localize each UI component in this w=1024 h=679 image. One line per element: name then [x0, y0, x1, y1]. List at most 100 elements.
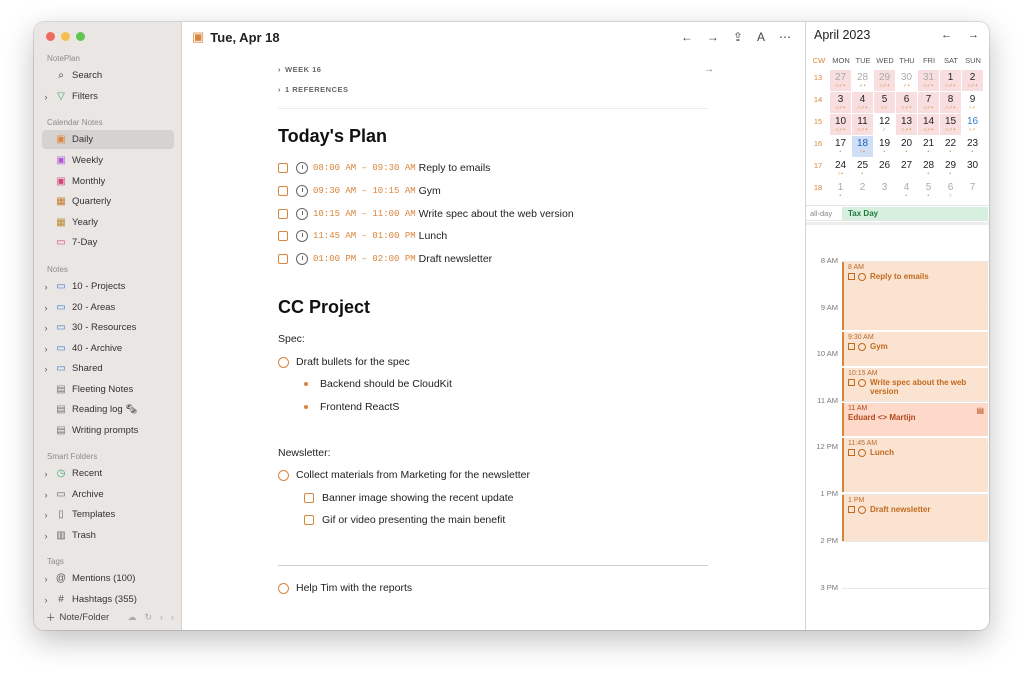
bullet-text[interactable]: Frontend ReactS: [320, 401, 399, 413]
event-checkbox[interactable]: [848, 343, 855, 350]
calendar-day[interactable]: 25 •: [852, 158, 873, 179]
calendar-day[interactable]: 21 •: [918, 136, 939, 157]
task-checkbox[interactable]: [278, 231, 288, 241]
calendar-day[interactable]: 24 ○•: [830, 158, 851, 179]
task-checkbox[interactable]: [278, 186, 288, 196]
task-text[interactable]: Banner image showing the recent update: [322, 492, 513, 504]
chevron-right-icon[interactable]: ›: [42, 323, 50, 333]
sidebar-item-7-day[interactable]: ▭ 7-Day: [42, 233, 174, 252]
chevron-right-icon[interactable]: ›: [42, 303, 50, 313]
chevron-right-icon[interactable]: ›: [42, 344, 50, 354]
minimize-window-button[interactable]: [61, 32, 70, 41]
task-text[interactable]: Gym: [419, 185, 441, 197]
bullet-text[interactable]: Backend should be CloudKit: [320, 378, 452, 390]
calendar-day[interactable]: 22 •: [940, 136, 961, 157]
calendar-day[interactable]: 3 ○✓•: [830, 92, 851, 113]
task-text[interactable]: Lunch: [419, 230, 448, 242]
all-day-event[interactable]: Tax Day: [842, 207, 988, 220]
next-month-icon[interactable]: →: [968, 29, 979, 41]
sidebar-item-recent[interactable]: › ◷ Recent: [42, 464, 174, 483]
task-checkbox[interactable]: [304, 515, 314, 525]
calendar-day[interactable]: 3: [874, 180, 895, 201]
task-text[interactable]: Write spec about the web version: [419, 208, 574, 220]
sidebar-folder-resources[interactable]: › ▭ 30 - Resources: [42, 318, 174, 337]
task-checkbox[interactable]: [304, 493, 314, 503]
task-text[interactable]: Help Tim with the reports: [296, 582, 412, 594]
sidebar-item-weekly[interactable]: ▣ Weekly: [42, 151, 174, 170]
calendar-day[interactable]: 8 ○✓•: [940, 92, 961, 113]
chevron-right-icon[interactable]: ›: [42, 364, 50, 374]
sidebar-item-daily[interactable]: ▣ Daily: [42, 130, 174, 149]
calendar-event[interactable]: 11:45 AM Lunch: [842, 438, 988, 492]
calendar-day[interactable]: 15 ○✓•: [940, 114, 961, 135]
calendar-day[interactable]: 5 •: [918, 180, 939, 201]
sidebar-item-monthly[interactable]: ▣ Monthly: [42, 172, 174, 191]
calendar-day[interactable]: 1 ○✓•: [940, 70, 961, 91]
calendar-day[interactable]: 29 •: [940, 158, 961, 179]
sidebar-item-search[interactable]: ⌕ Search: [42, 66, 174, 85]
calendar-day[interactable]: 7: [962, 180, 983, 201]
task-text[interactable]: Draft bullets for the spec: [296, 356, 410, 368]
calendar-day[interactable]: 27 ○✓•: [830, 70, 851, 91]
calendar-event[interactable]: 8 AM Reply to emails: [842, 262, 988, 330]
share-icon[interactable]: ⇪: [733, 30, 743, 44]
calendar-day[interactable]: 20 •: [896, 136, 917, 157]
sidebar-item-hashtags[interactable]: › # Hashtags (355): [42, 590, 174, 609]
calendar-day[interactable]: 14 ○✓•: [918, 114, 939, 135]
calendar-day-selected[interactable]: 18 ○•: [852, 136, 873, 157]
references-toggle[interactable]: › 1 REFERENCES: [278, 85, 349, 94]
task-circle[interactable]: [278, 582, 289, 594]
calendar-day[interactable]: 28 ✓•: [852, 70, 873, 91]
calendar-day[interactable]: 4 ○✓•: [852, 92, 873, 113]
calendar-day[interactable]: 13 ○✓•: [896, 114, 917, 135]
sidebar-note-reading-log[interactable]: ▤ Reading log 🗞: [42, 400, 174, 419]
calendar-day[interactable]: 12 ✓: [874, 114, 895, 135]
task-checkbox[interactable]: [278, 209, 288, 219]
open-week-arrow-icon[interactable]: →: [704, 64, 714, 75]
calendar-day[interactable]: 26: [874, 158, 895, 179]
back-icon[interactable]: ‹: [160, 612, 163, 623]
calendar-day[interactable]: 17 •: [830, 136, 851, 157]
calendar-day[interactable]: 30: [962, 158, 983, 179]
sidebar-note-fleeting[interactable]: ▤ Fleeting Notes: [42, 380, 174, 399]
sidebar-item-templates[interactable]: › ▯ Templates: [42, 505, 174, 524]
event-checkbox[interactable]: [848, 449, 855, 456]
calendar-day[interactable]: 6 ○✓•: [896, 92, 917, 113]
prev-month-icon[interactable]: ←: [941, 29, 952, 41]
calendar-day[interactable]: 19 •: [874, 136, 895, 157]
sidebar-folder-shared[interactable]: › ▭ Shared: [42, 359, 174, 378]
event-checkbox[interactable]: [848, 506, 855, 513]
sidebar-item-archive[interactable]: › ▭ Archive: [42, 485, 174, 504]
task-circle[interactable]: [278, 356, 289, 368]
sidebar-folder-archive[interactable]: › ▭ 40 - Archive: [42, 339, 174, 358]
task-circle[interactable]: [278, 469, 289, 481]
week-number[interactable]: 13: [810, 73, 826, 82]
calendar-event-meeting[interactable]: 11 AM Eduard <> Martijn ▤: [842, 403, 988, 436]
week-link[interactable]: › WEEK 16: [278, 65, 321, 74]
event-checkbox[interactable]: [848, 379, 855, 386]
task-checkbox[interactable]: [278, 254, 288, 264]
calendar-day[interactable]: 11 ○✓•: [852, 114, 873, 135]
task-text[interactable]: Collect materials from Marketing for the…: [296, 469, 530, 481]
chevron-right-icon[interactable]: ›: [42, 490, 50, 500]
font-icon[interactable]: A: [757, 30, 765, 44]
chevron-right-icon[interactable]: ›: [42, 282, 50, 292]
task-text[interactable]: Draft newsletter: [419, 253, 493, 265]
calendar-event[interactable]: 9:30 AM Gym: [842, 332, 988, 366]
forward-icon[interactable]: ›: [171, 612, 174, 623]
new-note-folder-button[interactable]: Note/Folder: [60, 612, 110, 623]
note-icon[interactable]: ▤: [976, 406, 984, 415]
chevron-right-icon[interactable]: ›: [42, 510, 50, 520]
sidebar-item-mentions[interactable]: › @ Mentions (100): [42, 569, 174, 588]
calendar-day[interactable]: 31 ○✓•: [918, 70, 939, 91]
cloud-icon[interactable]: ☁: [127, 612, 136, 623]
sidebar-folder-projects[interactable]: › ▭ 10 - Projects: [42, 277, 174, 296]
calendar-day[interactable]: 30 ✓•: [896, 70, 917, 91]
chevron-right-icon[interactable]: ›: [42, 92, 50, 102]
calendar-day[interactable]: 16 ○✓: [962, 114, 983, 135]
task-text[interactable]: Reply to emails: [419, 162, 491, 174]
calendar-day[interactable]: 28 •: [918, 158, 939, 179]
chevron-right-icon[interactable]: ›: [42, 574, 50, 584]
calendar-day[interactable]: 2 ○✓•: [962, 70, 983, 91]
task-text[interactable]: Gif or video presenting the main benefit: [322, 514, 505, 526]
